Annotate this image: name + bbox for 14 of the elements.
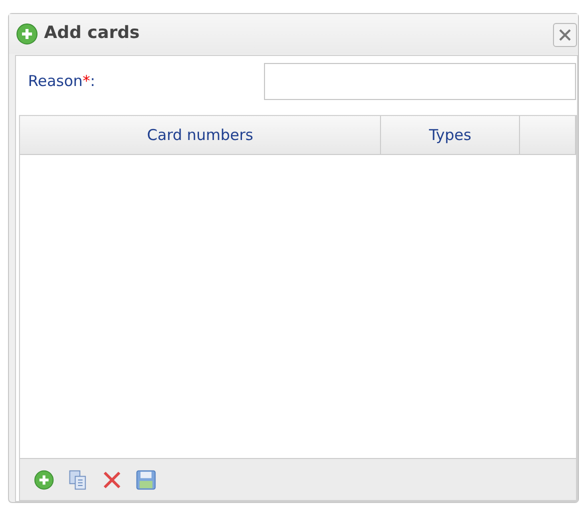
column-header[interactable]: Card numbers — [20, 116, 382, 154]
add-icon — [16, 23, 38, 45]
close-button[interactable] — [553, 23, 577, 47]
reason-label: Reason*: — [28, 70, 96, 92]
add-icon — [33, 468, 55, 490]
window-title: Add cards — [44, 22, 140, 46]
column-header[interactable]: Types — [381, 116, 520, 154]
add-button[interactable] — [32, 468, 56, 492]
copy-icon — [67, 468, 89, 490]
save-button[interactable] — [134, 468, 158, 492]
required-mark: * — [82, 72, 90, 90]
reason-input[interactable] — [264, 62, 576, 100]
close-icon — [558, 28, 572, 42]
save-icon — [135, 468, 157, 490]
